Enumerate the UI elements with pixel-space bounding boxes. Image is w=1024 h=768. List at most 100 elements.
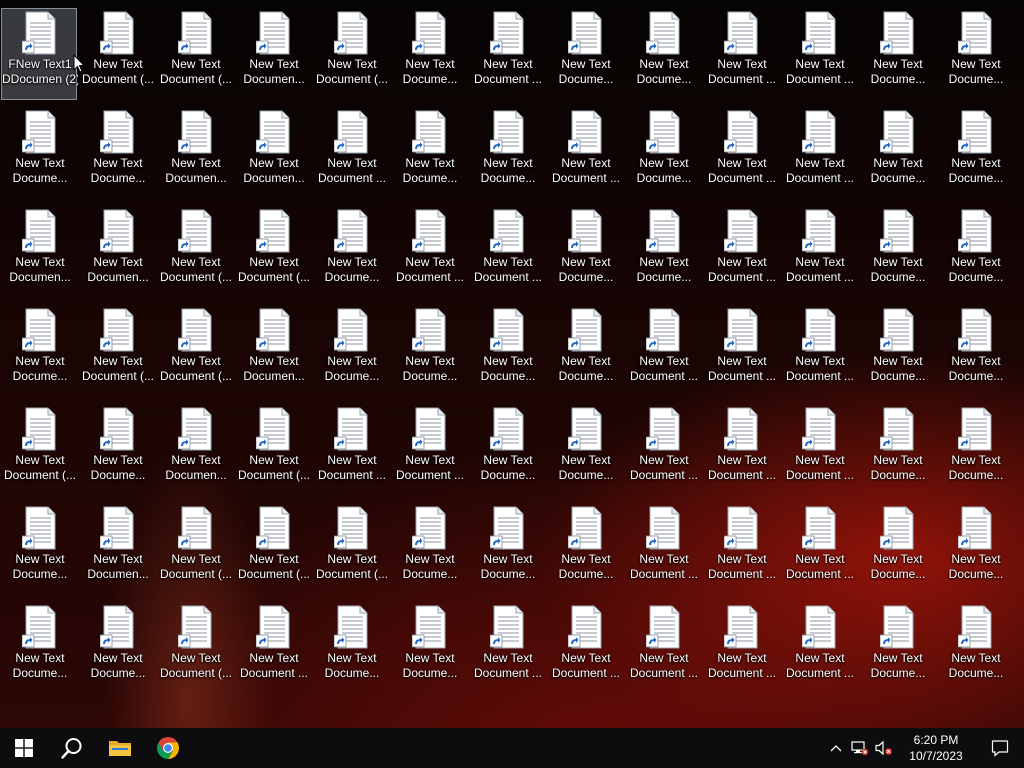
desktop-icon-text-document[interactable]: New Text Document (... [313,8,389,100]
desktop-icon-text-document[interactable]: New Text Document ... [781,503,857,595]
clock[interactable]: 6:20 PM 10/7/2023 [896,732,976,764]
desktop-icon-text-document[interactable]: New Text Docume... [1,602,77,694]
desktop-icon-text-document[interactable]: New Text Docume... [625,206,701,298]
desktop-icon-text-document[interactable]: New Text Document ... [703,107,779,199]
desktop-icon-text-document[interactable]: New Text Documen... [1,206,77,298]
desktop-icon-text-document[interactable]: New Text Docume... [469,404,545,496]
desktop-icon-text-document[interactable]: New Text Document (... [157,503,233,595]
desktop-icon-text-document[interactable]: New Text Docume... [937,503,1013,595]
desktop-icon-text-document[interactable]: New Text Document ... [625,503,701,595]
desktop-icon-text-document[interactable]: New Text Docume... [859,305,935,397]
desktop-icon-text-document[interactable]: New Text Documen... [157,404,233,496]
desktop-icon-text-document[interactable]: New Text Docume... [547,404,623,496]
desktop-icon-text-document[interactable]: New Text Docume... [547,206,623,298]
desktop-icon-text-document[interactable]: New Text Documen... [157,107,233,199]
desktop-icon-text-document[interactable]: New Text Docume... [79,404,155,496]
volume-button[interactable] [872,728,896,768]
network-button[interactable] [848,728,872,768]
desktop-icon-text-document[interactable]: New Text Document ... [469,8,545,100]
show-hidden-icons-button[interactable] [824,728,848,768]
desktop-icon-text-document[interactable]: New Text Document ... [391,404,467,496]
desktop-icon-text-document[interactable]: New Text Docume... [469,503,545,595]
desktop-icon-text-document[interactable]: New Text Document (... [157,206,233,298]
desktop-icon-text-document[interactable]: New Text Docume... [469,107,545,199]
desktop-icon-text-document[interactable]: New Text Document ... [781,404,857,496]
desktop-icon-text-document[interactable]: New Text Document ... [703,602,779,694]
desktop-icon-text-document[interactable]: New Text Documen... [79,503,155,595]
desktop-icon-text-document[interactable]: New Text Documen... [235,305,311,397]
desktop-icon-text-document[interactable]: New Text Docume... [937,305,1013,397]
desktop-icon-text-document[interactable]: New Text Document ... [313,107,389,199]
desktop-icon-text-document[interactable]: New Text Docume... [937,206,1013,298]
desktop-icon-text-document[interactable]: New Text Docume... [391,305,467,397]
desktop-icon-text-document[interactable]: New Text Docume... [391,8,467,100]
desktop-icon-text-document[interactable]: New Text Document ... [781,8,857,100]
desktop-icon-text-document[interactable]: New Text Docume... [547,305,623,397]
desktop-icon-text-document[interactable]: New Text Document (... [235,206,311,298]
desktop-icon-text-document[interactable]: New Text Document (... [79,8,155,100]
desktop-icon-text-document[interactable]: New Text Document ... [703,305,779,397]
desktop-icon-text-document[interactable]: New Text Docume... [859,107,935,199]
desktop-icon-text-document[interactable]: New Text Document ... [703,206,779,298]
desktop-icon-text-document[interactable]: New Text Documen... [235,107,311,199]
desktop-icon-text-document[interactable]: New Text Document ... [781,602,857,694]
desktop-icon-text-document[interactable]: New Text Document ... [703,404,779,496]
file-explorer-button[interactable] [96,728,144,768]
desktop-icon-text-document[interactable]: New Text Docume... [859,8,935,100]
desktop-icon-text-document[interactable]: New Text Document ... [547,107,623,199]
desktop-icon-text-document[interactable]: FNew Text1 DDocumen (2) [1,8,78,100]
desktop-icon-text-document[interactable]: New Text Docume... [1,305,77,397]
desktop-icon-text-document[interactable]: New Text Docume... [859,404,935,496]
desktop-icon-text-document[interactable]: New Text Documen... [79,206,155,298]
desktop-icon-text-document[interactable]: New Text Document ... [781,305,857,397]
desktop-icon-text-document[interactable]: New Text Document (... [157,602,233,694]
desktop-icon-text-document[interactable]: New Text Document ... [469,602,545,694]
desktop-icon-text-document[interactable]: New Text Docume... [79,107,155,199]
desktop-icon-text-document[interactable]: New Text Docume... [859,602,935,694]
desktop-icon-text-document[interactable]: New Text Document ... [703,503,779,595]
desktop-icon-text-document[interactable]: New Text Document ... [625,404,701,496]
desktop-icon-text-document[interactable]: New Text Document ... [235,602,311,694]
desktop-icon-text-document[interactable]: New Text Document (... [235,404,311,496]
desktop-icon-text-document[interactable]: New Text Docume... [547,8,623,100]
desktop-icon-text-document[interactable]: New Text Docume... [1,503,77,595]
desktop-icon-text-document[interactable]: New Text Docume... [391,602,467,694]
desktop-icon-text-document[interactable]: New Text Document ... [391,206,467,298]
desktop-icon-text-document[interactable]: New Text Document ... [781,107,857,199]
desktop-icon-text-document[interactable]: New Text Document (... [1,404,77,496]
desktop-icon-text-document[interactable]: New Text Docume... [79,602,155,694]
desktop-icon-text-document[interactable]: New Text Document ... [625,305,701,397]
start-button[interactable] [0,728,48,768]
desktop-icon-text-document[interactable]: New Text Docume... [937,404,1013,496]
desktop-icon-text-document[interactable]: New Text Docume... [937,8,1013,100]
desktop-icon-text-document[interactable]: New Text Docume... [937,602,1013,694]
desktop-icon-text-document[interactable]: New Text Docume... [859,206,935,298]
desktop-icon-text-document[interactable]: New Text Docume... [313,206,389,298]
desktop-icon-text-document[interactable]: New Text Docume... [391,503,467,595]
desktop-icon-text-document[interactable]: New Text Document ... [469,206,545,298]
desktop-icon-text-document[interactable]: New Text Document (... [313,503,389,595]
desktop-icon-text-document[interactable]: New Text Docume... [469,305,545,397]
desktop-icon-text-document[interactable]: New Text Docume... [859,503,935,595]
desktop-icon-text-document[interactable]: New Text Docume... [391,107,467,199]
desktop-icon-text-document[interactable]: New Text Document (... [157,8,233,100]
desktop-icon-text-document[interactable]: New Text Document (... [235,503,311,595]
desktop-icon-text-document[interactable]: New Text Document ... [781,206,857,298]
desktop-icon-text-document[interactable]: New Text Document ... [703,8,779,100]
action-center-button[interactable] [976,728,1024,768]
desktop[interactable]: FNew Text1 DDocumen (2) New Text Document (… [0,0,1024,728]
desktop-icon-text-document[interactable]: New Text Docume... [313,305,389,397]
desktop-icon-text-document[interactable]: New Text Document (... [157,305,233,397]
desktop-icon-text-document[interactable]: New Text Docume... [937,107,1013,199]
desktop-icon-text-document[interactable]: New Text Docume... [313,602,389,694]
desktop-icon-text-document[interactable]: New Text Document ... [547,602,623,694]
chrome-button[interactable] [144,728,192,768]
search-button[interactable] [48,728,96,768]
desktop-icon-text-document[interactable]: New Text Documen... [235,8,311,100]
desktop-icon-text-document[interactable]: New Text Document ... [313,404,389,496]
desktop-icon-text-document[interactable]: New Text Docume... [547,503,623,595]
desktop-icon-text-document[interactable]: New Text Docume... [1,107,77,199]
desktop-icon-text-document[interactable]: New Text Docume... [625,8,701,100]
desktop-icon-text-document[interactable]: New Text Document (... [79,305,155,397]
desktop-icon-text-document[interactable]: New Text Document ... [625,602,701,694]
